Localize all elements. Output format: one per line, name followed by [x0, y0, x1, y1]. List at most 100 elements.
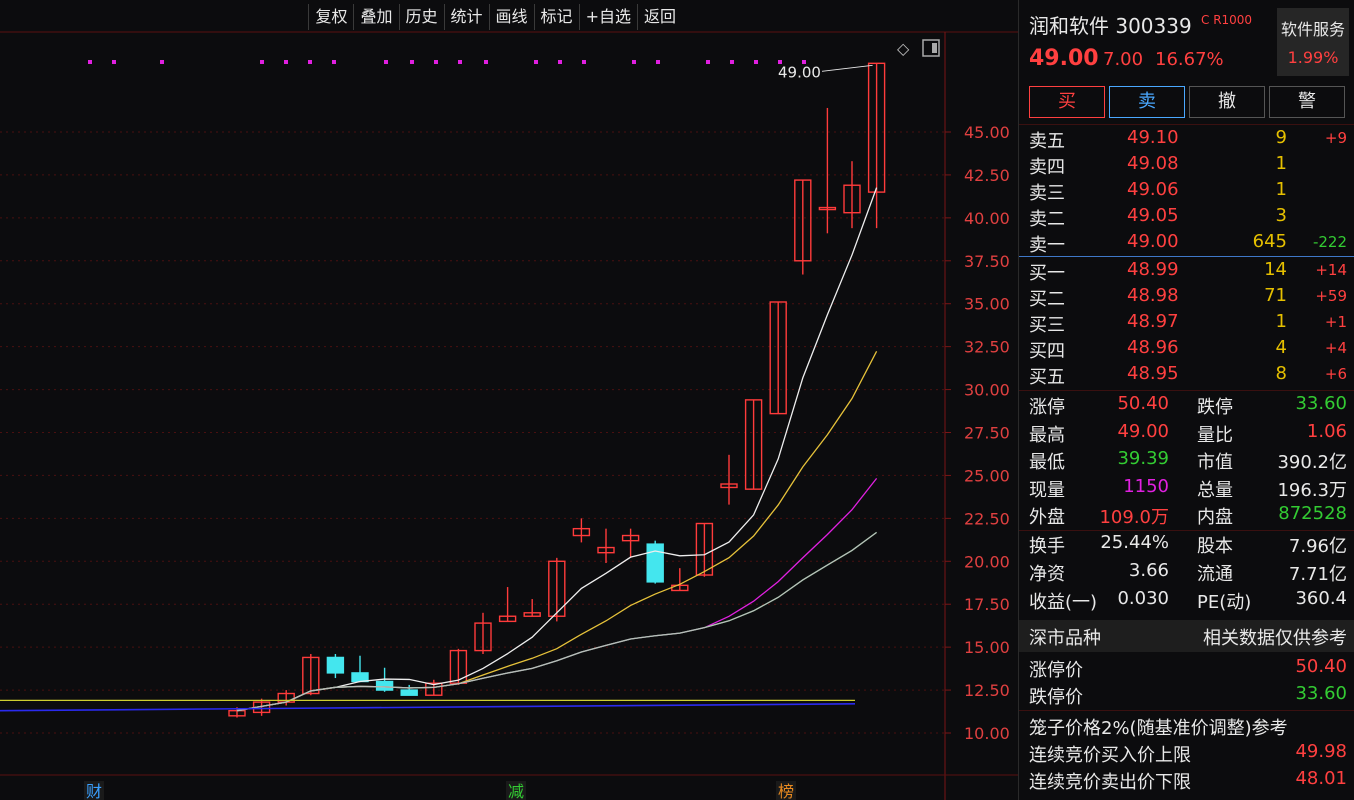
toolbar-button[interactable]: 叠加 — [353, 4, 398, 30]
level-change: +6 — [1324, 365, 1347, 383]
current-price: 49.00 — [1029, 46, 1099, 71]
toolbar-button[interactable]: 画线 — [488, 4, 534, 30]
stat-label: PE(动) — [1197, 592, 1252, 613]
ask-row[interactable]: 卖一 49.00 645 -222 — [1029, 231, 1347, 257]
price-change: 7.00 — [1103, 49, 1144, 70]
bid-row[interactable]: 买四 48.96 4 +4 — [1029, 337, 1347, 363]
sell-button[interactable]: 卖 — [1109, 86, 1185, 118]
ask-row[interactable]: 卖二 49.05 3 — [1029, 205, 1347, 231]
ask-row[interactable]: 卖五 49.10 9 +9 — [1029, 127, 1347, 153]
level-price: 48.98 — [1127, 285, 1179, 306]
stat-value: 0.030 — [1117, 588, 1169, 609]
limit-down-label: 跌停价 — [1029, 687, 1083, 708]
signal-dot — [458, 60, 462, 64]
ask-row[interactable]: 卖三 49.06 1 — [1029, 179, 1347, 205]
toolbar-button[interactable]: 历史 — [398, 4, 444, 30]
stat-value: 39.39 — [1117, 448, 1169, 469]
toolbar-button[interactable]: 标记 — [533, 4, 579, 30]
cancel-button[interactable]: 撤 — [1189, 86, 1265, 118]
toolbar-button[interactable]: +自选 — [578, 4, 637, 30]
alert-button[interactable]: 警 — [1269, 86, 1345, 118]
disclaimer: 相关数据仅供参考 — [1203, 628, 1347, 649]
signal-dot — [434, 60, 438, 64]
y-tick-label: 42.50 — [964, 166, 1010, 185]
bid-row[interactable]: 买二 48.98 71 +59 — [1029, 285, 1347, 311]
buy-button[interactable]: 买 — [1029, 86, 1105, 118]
level-volume: 8 — [1275, 363, 1287, 384]
level-volume: 3 — [1275, 205, 1287, 226]
candle-body — [375, 680, 394, 691]
price-change-pct: 16.67% — [1155, 49, 1224, 70]
candle-body — [326, 656, 345, 674]
level-change: +9 — [1324, 129, 1347, 147]
y-tick-label: 17.50 — [964, 595, 1010, 614]
bid-row[interactable]: 买三 48.97 1 +1 — [1029, 311, 1347, 337]
signal-dot — [582, 60, 586, 64]
event-marker: 减 — [508, 782, 524, 800]
level-label: 买一 — [1029, 263, 1065, 284]
signal-dot — [308, 60, 312, 64]
limit-up-value: 50.40 — [1295, 656, 1347, 677]
diamond-icon: ◇ — [897, 39, 910, 58]
toolbar-button[interactable]: 返回 — [636, 4, 682, 30]
candle-body — [400, 689, 418, 696]
y-tick-label: 10.00 — [964, 724, 1010, 743]
ask-row[interactable]: 卖四 49.08 1 — [1029, 153, 1347, 179]
stat-value: 872528 — [1278, 503, 1347, 524]
level-label: 卖三 — [1029, 183, 1065, 204]
level-volume: 71 — [1264, 285, 1287, 306]
level-price: 48.95 — [1127, 363, 1179, 384]
signal-dot — [730, 60, 734, 64]
level-volume: 645 — [1252, 231, 1287, 252]
level-volume: 9 — [1275, 127, 1287, 148]
stat-label: 最低 — [1029, 452, 1065, 473]
stat-value: 33.60 — [1295, 393, 1347, 414]
kline-chart-area[interactable]: 45.00 42.50 40.00 37.50 35.00 32.50 30.00 27.50… — [0, 0, 1018, 800]
level-volume: 1 — [1275, 153, 1287, 174]
stat-label: 总量 — [1197, 479, 1233, 501]
y-tick-label: 45.00 — [964, 123, 1010, 142]
stat-label: 现量 — [1029, 479, 1065, 501]
toolbar-button[interactable]: 统计 — [443, 4, 489, 30]
signal-dot — [754, 60, 758, 64]
bid-row[interactable]: 买一 48.99 14 +14 — [1029, 259, 1347, 285]
stat-value: 7.71亿 — [1288, 564, 1347, 585]
level-label: 卖五 — [1029, 131, 1065, 152]
limit-up-label: 涨停价 — [1029, 660, 1083, 681]
level-price: 49.05 — [1127, 205, 1179, 226]
level-price: 49.10 — [1127, 127, 1179, 148]
stat-row: 收益(一) 0.030 PE(动) 360.4 — [1029, 588, 1347, 614]
signal-dot — [332, 60, 336, 64]
signal-dot — [558, 60, 562, 64]
market-label: 深市品种 — [1029, 628, 1101, 649]
signal-dot — [534, 60, 538, 64]
toolbar-button[interactable]: 复权 — [308, 4, 353, 30]
stat-row: 外盘 109.0万 内盘 872528 — [1029, 503, 1347, 529]
signal-dot — [706, 60, 710, 64]
signal-dot — [484, 60, 488, 64]
stat-label: 净资 — [1029, 564, 1065, 585]
signal-dot — [632, 60, 636, 64]
level-label: 卖四 — [1029, 157, 1065, 178]
kline-chart[interactable]: 45.00 42.50 40.00 37.50 35.00 32.50 30.00 27.50… — [0, 0, 1018, 800]
signal-dot — [656, 60, 660, 64]
stock-badge: C R1000 — [1201, 13, 1253, 27]
candle-body — [351, 672, 369, 683]
stat-row: 涨停 50.40 跌停 33.60 — [1029, 393, 1347, 419]
market-header: 深市品种 相关数据仅供参考 — [1019, 620, 1354, 652]
stat-label: 换手 — [1029, 536, 1065, 557]
signal-dot — [112, 60, 116, 64]
level-volume: 1 — [1275, 311, 1287, 332]
bid-row[interactable]: 买五 48.95 8 +6 — [1029, 363, 1347, 389]
stat-value: 360.4 — [1295, 588, 1347, 609]
y-tick-label: 12.50 — [964, 681, 1010, 700]
y-tick-label: 30.00 — [964, 381, 1010, 400]
level-price: 49.08 — [1127, 153, 1179, 174]
stat-label: 市值 — [1197, 452, 1233, 473]
level-change: -222 — [1312, 233, 1347, 251]
stat-value: 49.00 — [1117, 420, 1169, 442]
category-label: 软件服务 — [1280, 20, 1345, 39]
stat-row: 现量 1150 总量 196.3万 — [1029, 476, 1347, 502]
level-label: 买四 — [1029, 341, 1065, 362]
level-price: 49.06 — [1127, 179, 1179, 200]
